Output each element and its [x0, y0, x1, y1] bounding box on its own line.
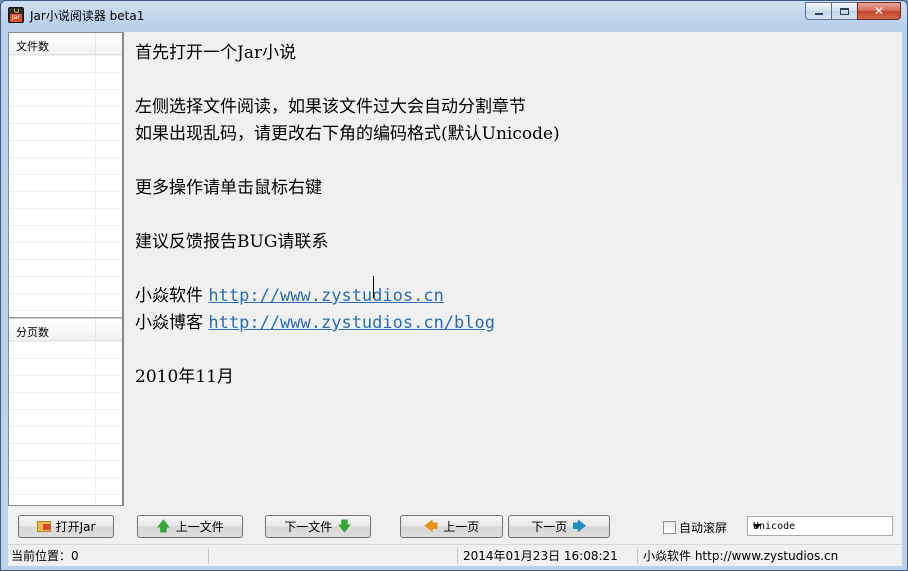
status-credit: 小焱软件 http://www.zystudios.cn: [643, 549, 839, 563]
reader-line-3: 如果出现乱码，请更改右下角的编码格式(默认Unicode): [135, 124, 560, 144]
text-caret: [373, 276, 374, 298]
jar-badge: Jar: [10, 14, 22, 22]
client-area: 文件数 分页数 首先打开一个Jar小说 左侧选择文件阅读，如果该文件过大会自动分…: [8, 32, 902, 566]
pages-list[interactable]: [9, 341, 122, 504]
minimize-icon: [814, 13, 823, 15]
jar-app-icon[interactable]: Jar: [8, 7, 24, 23]
pages-list-header[interactable]: 分页数: [9, 319, 122, 341]
reader-line-1: 首先打开一个Jar小说: [135, 43, 297, 63]
status-separator: [637, 548, 638, 564]
blog-link[interactable]: http://www.zystudios.cn/blog: [208, 313, 495, 333]
close-button[interactable]: ✕: [857, 2, 901, 20]
reader-line-6: 小焱软件 http://www.zystudios.cn: [135, 281, 444, 306]
autoscroll-label: 自动滚屏: [679, 521, 728, 535]
status-bar: 当前位置：0 2014年01月23日 16:08:21 小焱软件 http://…: [8, 544, 902, 566]
pages-header-label: 分页数: [16, 326, 49, 339]
minimize-button[interactable]: [805, 2, 831, 20]
status-separator: [457, 548, 458, 564]
prev-file-label: 上一文件: [175, 520, 224, 534]
files-list[interactable]: [9, 55, 122, 317]
reader-line-4: 更多操作请单击鼠标右键: [135, 178, 322, 198]
autoscroll-option[interactable]: 自动滚屏: [663, 519, 727, 536]
reader-line-7: 小焱博客 http://www.zystudios.cn/blog: [135, 308, 495, 333]
reader-line-8: 2010年11月: [135, 367, 234, 387]
autoscroll-checkbox[interactable]: [663, 521, 676, 534]
next-file-label: 下一文件: [284, 520, 333, 534]
reader-line-2: 左侧选择文件阅读，如果该文件过大会自动分割章节: [135, 97, 526, 117]
close-icon: ✕: [873, 4, 885, 18]
software-label: 小焱软件: [135, 286, 203, 306]
next-file-button[interactable]: 下一文件 🡇: [265, 515, 371, 538]
arrow-down-icon: 🡇: [337, 518, 352, 535]
files-header-label: 文件数: [16, 40, 49, 53]
status-position: 当前位置：0: [11, 549, 79, 563]
chevron-down-icon: [753, 524, 761, 529]
blog-label: 小焱博客: [135, 313, 203, 333]
app-window: Jar Jar小说阅读器 beta1 ✕ 文件数 分页数 首先打开一个Jar小说…: [0, 0, 908, 571]
prev-file-button[interactable]: 🡅 上一文件: [137, 515, 243, 538]
open-jar-label: 打开Jar: [55, 520, 96, 534]
prev-page-button[interactable]: 🡄 上一页: [400, 515, 503, 538]
files-list-header[interactable]: 文件数: [9, 33, 122, 55]
arrow-up-icon: 🡅: [156, 518, 171, 535]
bottom-toolbar: 打开Jar 🡅 上一文件 下一文件 🡇 🡄 上一页 下一页 🡆 自动滚屏 Uni…: [8, 506, 902, 544]
folder-icon: [36, 521, 51, 532]
title-bar[interactable]: Jar Jar小说阅读器 beta1 ✕: [1, 1, 907, 29]
software-link[interactable]: http://www.zystudios.cn: [208, 286, 443, 306]
maximize-button[interactable]: [831, 2, 857, 20]
window-title: Jar小说阅读器 beta1: [30, 9, 145, 23]
reader-line-5: 建议反馈报告BUG请联系: [135, 232, 329, 252]
next-page-button[interactable]: 下一页 🡆: [508, 515, 610, 538]
maximize-icon: [840, 7, 849, 15]
encoding-select[interactable]: Unicode: [747, 516, 893, 536]
prev-page-label: 上一页: [443, 520, 480, 534]
reader-text-area[interactable]: 首先打开一个Jar小说 左侧选择文件阅读，如果该文件过大会自动分割章节 如果出现…: [123, 32, 902, 506]
column-separator[interactable]: [95, 33, 96, 55]
coffee-cup-shape: [14, 9, 19, 13]
column-separator[interactable]: [95, 319, 96, 341]
arrow-left-icon: 🡄: [423, 518, 439, 535]
next-page-label: 下一页: [531, 520, 568, 534]
status-separator: [208, 548, 209, 564]
open-jar-button[interactable]: 打开Jar: [18, 515, 114, 538]
left-panel: 文件数 分页数: [8, 32, 123, 506]
arrow-right-icon: 🡆: [572, 518, 587, 535]
status-datetime: 2014年01月23日 16:08:21: [463, 549, 618, 563]
window-controls: ✕: [805, 2, 901, 20]
